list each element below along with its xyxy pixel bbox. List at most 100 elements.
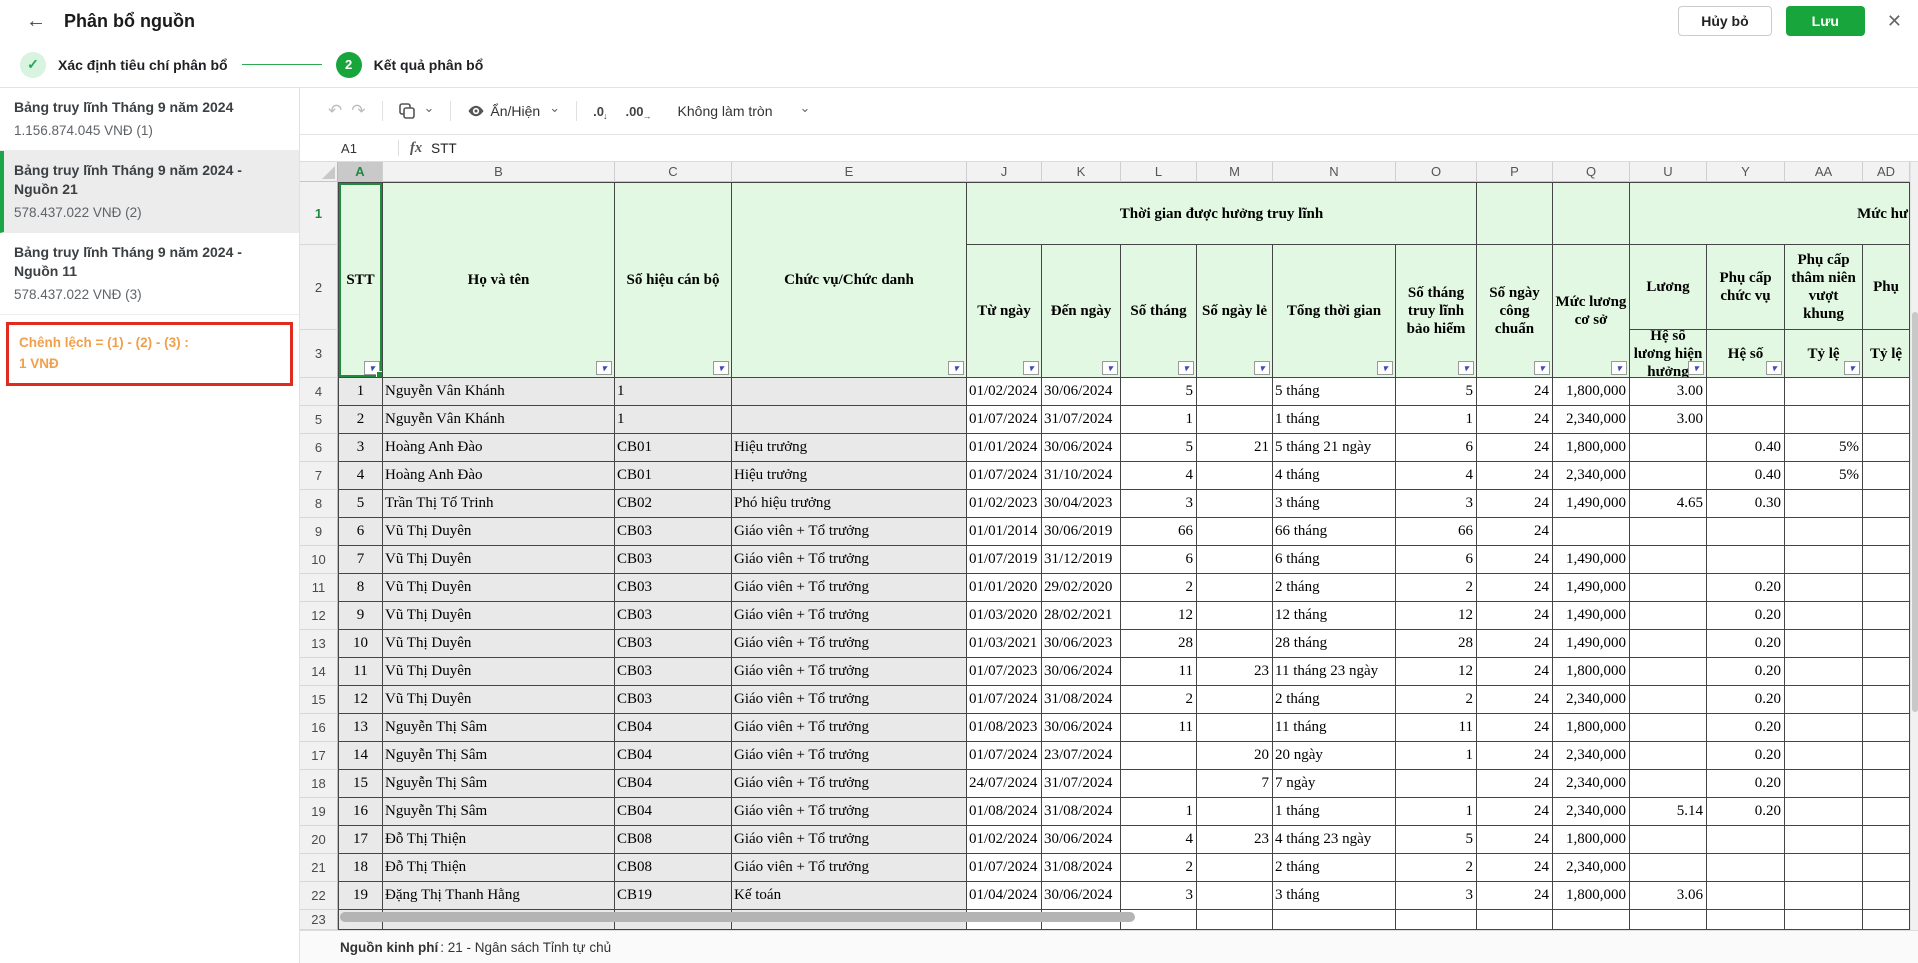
- close-icon[interactable]: ✕: [1887, 11, 1902, 32]
- row-header-1[interactable]: 1: [300, 182, 338, 245]
- cell[interactable]: 5 tháng 21 ngày: [1273, 434, 1396, 462]
- cell[interactable]: CB02: [615, 490, 732, 518]
- cell[interactable]: CB03: [615, 518, 732, 546]
- cell[interactable]: 20 ngày: [1273, 742, 1396, 770]
- cell[interactable]: Nguyễn Thị Sâm: [383, 714, 615, 742]
- filter-icon[interactable]: ▾: [1534, 361, 1550, 375]
- cell[interactable]: 29/02/2020: [1042, 574, 1121, 602]
- row-header-20[interactable]: 20: [300, 826, 338, 854]
- cell[interactable]: 24: [1477, 546, 1553, 574]
- cell[interactable]: 28: [1396, 630, 1477, 658]
- cell[interactable]: [1863, 630, 1910, 658]
- cell[interactable]: 01/07/2024: [967, 854, 1042, 882]
- cell[interactable]: 01/02/2023: [967, 490, 1042, 518]
- cell[interactable]: 30/04/2023: [1042, 490, 1121, 518]
- row-header-17[interactable]: 17: [300, 742, 338, 770]
- cell[interactable]: Giáo viên + Tổ trưởng: [732, 630, 967, 658]
- header-from-date[interactable]: Từ ngày▾: [967, 245, 1042, 378]
- cell[interactable]: [1630, 518, 1707, 546]
- header-position[interactable]: Chức vụ/Chức danh▾: [732, 182, 967, 378]
- cell[interactable]: 3.06: [1630, 882, 1707, 910]
- cell[interactable]: 24: [1477, 826, 1553, 854]
- header-empty-q[interactable]: [1553, 182, 1630, 245]
- cell[interactable]: Nguyễn Thị Sâm: [383, 742, 615, 770]
- row-header-10[interactable]: 10: [300, 546, 338, 574]
- cell[interactable]: 3: [1121, 882, 1197, 910]
- column-header-A[interactable]: A: [338, 162, 383, 182]
- cell[interactable]: 2,340,000: [1553, 462, 1630, 490]
- sidebar-item-source-11[interactable]: Bảng truy lĩnh Tháng 9 năm 2024 - Nguồn …: [0, 233, 299, 315]
- cell[interactable]: Vũ Thị Duyên: [383, 630, 615, 658]
- cell[interactable]: [1707, 546, 1785, 574]
- row-header-14[interactable]: 14: [300, 658, 338, 686]
- column-header-O[interactable]: O: [1396, 162, 1477, 182]
- filter-icon[interactable]: ▾: [1254, 361, 1270, 375]
- chevron-down-icon[interactable]: ⌄: [549, 104, 560, 112]
- column-header-E[interactable]: E: [732, 162, 967, 182]
- cell[interactable]: 6 tháng: [1273, 546, 1396, 574]
- cell[interactable]: 24: [1477, 714, 1553, 742]
- header-salary-coefficient[interactable]: Hệ số lương hiện hưởng▾: [1630, 330, 1707, 378]
- cell[interactable]: [1785, 910, 1863, 930]
- row-header-9[interactable]: 9: [300, 518, 338, 546]
- cell[interactable]: [1707, 406, 1785, 434]
- filter-icon[interactable]: ▾: [1377, 361, 1393, 375]
- cell[interactable]: 7: [1197, 770, 1273, 798]
- cell[interactable]: 01/07/2024: [967, 686, 1042, 714]
- column-header-J[interactable]: J: [967, 162, 1042, 182]
- back-arrow-icon[interactable]: ←: [26, 10, 46, 33]
- filter-icon[interactable]: ▾: [1178, 361, 1194, 375]
- cell[interactable]: 24: [1477, 602, 1553, 630]
- filter-icon[interactable]: ▾: [713, 361, 729, 375]
- cell[interactable]: 2,340,000: [1553, 770, 1630, 798]
- cell[interactable]: 6: [1396, 434, 1477, 462]
- cell[interactable]: 30/06/2024: [1042, 826, 1121, 854]
- cell[interactable]: [1197, 406, 1273, 434]
- vertical-scrollbar[interactable]: [1910, 162, 1918, 930]
- cell[interactable]: 24: [1477, 854, 1553, 882]
- filter-icon[interactable]: ▾: [1844, 361, 1860, 375]
- cell[interactable]: 31/07/2024: [1042, 770, 1121, 798]
- cell[interactable]: 1: [615, 378, 732, 406]
- cell[interactable]: Giáo viên + Tổ trưởng: [732, 742, 967, 770]
- cell[interactable]: [1785, 546, 1863, 574]
- cell[interactable]: 31/08/2024: [1042, 686, 1121, 714]
- header-odd-days[interactable]: Số ngày lẻ▾: [1197, 245, 1273, 378]
- cell[interactable]: CB01: [615, 462, 732, 490]
- cell[interactable]: [1785, 770, 1863, 798]
- cell[interactable]: [1197, 686, 1273, 714]
- fill-handle[interactable]: [376, 371, 383, 378]
- row-header-19[interactable]: 19: [300, 798, 338, 826]
- header-allowance-cut[interactable]: Phụ: [1863, 245, 1910, 330]
- cell[interactable]: 3: [1396, 490, 1477, 518]
- cell[interactable]: [1707, 826, 1785, 854]
- cell[interactable]: [1630, 434, 1707, 462]
- cell[interactable]: [1707, 910, 1785, 930]
- cell[interactable]: 21: [1197, 434, 1273, 462]
- cell[interactable]: [1863, 518, 1910, 546]
- cell[interactable]: 2: [1396, 686, 1477, 714]
- cell[interactable]: 2 tháng: [1273, 854, 1396, 882]
- cell[interactable]: 24: [1477, 462, 1553, 490]
- cell[interactable]: 11: [338, 658, 383, 686]
- cell[interactable]: [1121, 770, 1197, 798]
- cell[interactable]: [1863, 574, 1910, 602]
- cell[interactable]: 12: [338, 686, 383, 714]
- cell[interactable]: CB04: [615, 742, 732, 770]
- cell[interactable]: 24: [1477, 378, 1553, 406]
- redo-icon[interactable]: ↷: [351, 101, 365, 121]
- cell[interactable]: 2: [1396, 854, 1477, 882]
- save-button[interactable]: Lưu: [1786, 6, 1865, 36]
- cell[interactable]: 15: [338, 770, 383, 798]
- cell[interactable]: 0.20: [1707, 742, 1785, 770]
- cell[interactable]: Giáo viên + Tổ trưởng: [732, 574, 967, 602]
- cell[interactable]: 24: [1477, 798, 1553, 826]
- cell[interactable]: 4 tháng 23 ngày: [1273, 826, 1396, 854]
- cell[interactable]: 11: [1396, 714, 1477, 742]
- cell[interactable]: 31/08/2024: [1042, 798, 1121, 826]
- cell[interactable]: 0.30: [1707, 490, 1785, 518]
- cell[interactable]: 24: [1477, 658, 1553, 686]
- cell[interactable]: 2,340,000: [1553, 406, 1630, 434]
- header-standard-days[interactable]: Số ngày công chuẩn▾: [1477, 245, 1553, 378]
- cell[interactable]: 1,490,000: [1553, 630, 1630, 658]
